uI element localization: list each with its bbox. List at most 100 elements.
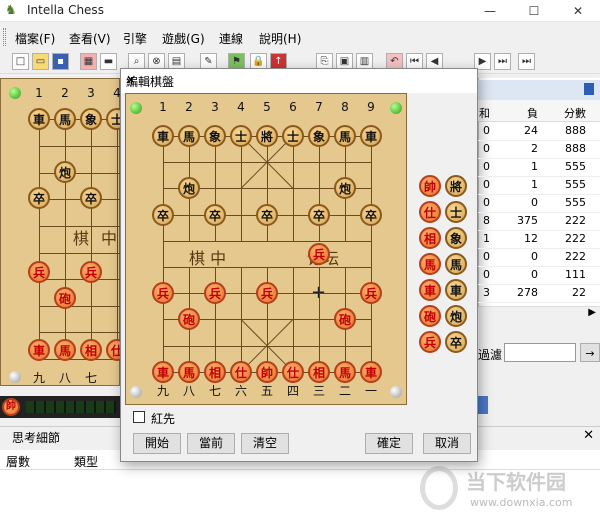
tray-piece[interactable]: 士 (445, 201, 467, 223)
piece[interactable]: 砲 (178, 308, 200, 331)
minimize-button[interactable]: — (468, 0, 512, 22)
tray-piece[interactable]: 兵 (419, 331, 441, 353)
piece[interactable]: 象 (308, 125, 330, 147)
board-icon[interactable]: ▦ (80, 53, 97, 70)
piece[interactable]: 砲 (54, 287, 76, 309)
piece[interactable]: 帥 (256, 360, 278, 383)
piece[interactable]: 兵 (308, 242, 330, 265)
cancel-button[interactable]: 取消 (423, 433, 471, 454)
piece[interactable]: 卒 (204, 203, 226, 226)
title-bar: ♞ Intella Chess — ☐ ✕ (0, 0, 600, 22)
record-cell: 888 (565, 124, 586, 137)
start-button[interactable]: 開始 (133, 433, 181, 454)
piece[interactable]: 兵 (152, 282, 174, 305)
menu-game[interactable]: 遊戲(G) (162, 30, 205, 47)
dialog-close-button[interactable]: ✕ (126, 73, 471, 87)
piece[interactable]: 卒 (28, 187, 50, 209)
crosshair-cursor-icon: + (311, 282, 327, 304)
piece[interactable]: 馬 (334, 125, 356, 147)
piece[interactable]: 相 (204, 360, 226, 383)
tray-piece[interactable]: 帥 (419, 175, 441, 197)
piece[interactable]: 仕 (230, 360, 252, 383)
tray-piece[interactable]: 車 (419, 279, 441, 301)
close-button[interactable]: ✕ (556, 0, 600, 22)
piece[interactable]: 車 (152, 125, 174, 147)
piece[interactable]: 砲 (334, 308, 356, 331)
piece[interactable]: 卒 (360, 203, 382, 226)
monitor-icon[interactable]: ▬ (100, 53, 117, 70)
ok-button[interactable]: 確定 (365, 433, 413, 454)
record-cell: 1 (531, 178, 538, 191)
record-cell: 0 (531, 268, 538, 281)
row-divider (478, 266, 600, 267)
piece[interactable]: 卒 (308, 203, 330, 226)
tray-piece[interactable]: 卒 (445, 331, 467, 353)
piece[interactable]: 兵 (256, 282, 278, 305)
piece[interactable]: 兵 (204, 282, 226, 305)
tray-piece[interactable]: 炮 (445, 305, 467, 327)
menu-grip[interactable] (3, 28, 6, 46)
new-file-icon[interactable]: □ (12, 53, 29, 70)
open-folder-icon[interactable]: ▭ (32, 53, 49, 70)
scroll-right-icon[interactable]: ▶ (588, 307, 596, 318)
piece[interactable]: 兵 (28, 261, 50, 283)
filter-go-button[interactable]: → (580, 343, 600, 362)
piece[interactable]: 車 (152, 360, 174, 383)
piece[interactable]: 卒 (152, 203, 174, 226)
piece[interactable]: 卒 (256, 203, 278, 226)
row-divider (478, 212, 600, 213)
current-button[interactable]: 當前 (187, 433, 235, 454)
tray-piece[interactable]: 砲 (419, 305, 441, 327)
piece[interactable]: 將 (256, 125, 278, 147)
menu-engine[interactable]: 引擎 (123, 30, 147, 47)
scroll-track[interactable]: ▶ (478, 306, 600, 320)
piece[interactable]: 仕 (282, 360, 304, 383)
tray-piece[interactable]: 相 (419, 227, 441, 249)
col-depth: 層數 (6, 455, 31, 469)
piece[interactable]: 兵 (80, 261, 102, 283)
tray-piece[interactable]: 將 (445, 175, 467, 197)
piece[interactable]: 馬 (54, 339, 76, 361)
piece[interactable]: 車 (28, 108, 50, 130)
piece[interactable]: 象 (80, 108, 102, 130)
piece[interactable]: 象 (204, 125, 226, 147)
edit-board[interactable]: 1九2八3七4六5五6四7三8二9一棋 中论坛車馬象士將士象馬車炮炮卒卒卒卒卒兵… (125, 93, 407, 405)
save-icon[interactable]: ▪ (52, 53, 69, 70)
filter-input[interactable] (504, 343, 576, 362)
piece[interactable]: 車 (360, 125, 382, 147)
piece[interactable]: 相 (80, 339, 102, 361)
piece[interactable]: 炮 (54, 161, 76, 183)
last-move-icon[interactable]: ⏭ (518, 53, 535, 70)
piece[interactable]: 馬 (178, 125, 200, 147)
clear-button[interactable]: 清空 (241, 433, 289, 454)
piece[interactable]: 兵 (360, 282, 382, 305)
piece[interactable]: 馬 (334, 360, 356, 383)
panel-scroll-icon[interactable] (584, 83, 594, 95)
piece[interactable]: 車 (360, 360, 382, 383)
tray-piece[interactable]: 象 (445, 227, 467, 249)
piece[interactable]: 炮 (334, 177, 356, 200)
menu-help[interactable]: 說明(H) (259, 30, 301, 47)
piece[interactable]: 卒 (80, 187, 102, 209)
tray-piece[interactable]: 車 (445, 279, 467, 301)
menu-view[interactable]: 查看(V) (69, 30, 111, 47)
record-cell: 12 (524, 232, 538, 245)
tray-piece[interactable]: 仕 (419, 201, 441, 223)
maximize-button[interactable]: ☐ (512, 0, 556, 22)
record-cell: 888 (565, 142, 586, 155)
piece[interactable]: 士 (230, 125, 252, 147)
red-first-checkbox[interactable] (133, 411, 145, 423)
menu-connect[interactable]: 連線 (219, 30, 243, 47)
tray-piece[interactable]: 馬 (419, 253, 441, 275)
piece[interactable]: 士 (282, 125, 304, 147)
fast-forward-icon[interactable]: ⏭ (494, 53, 511, 70)
menu-file[interactable]: 檔案(F) (15, 30, 55, 47)
piece[interactable]: 相 (308, 360, 330, 383)
piece[interactable]: 馬 (54, 108, 76, 130)
piece[interactable]: 炮 (178, 177, 200, 200)
piece[interactable]: 車 (28, 339, 50, 361)
piece[interactable]: 馬 (178, 360, 200, 383)
section-close-icon[interactable]: ✕ (583, 428, 594, 443)
main-board[interactable]: 1 2 3 4 棋 中 車 馬 象 士 炮 卒 卒 兵 兵 砲 車 馬 相 仕 … (0, 78, 128, 386)
tray-piece[interactable]: 馬 (445, 253, 467, 275)
